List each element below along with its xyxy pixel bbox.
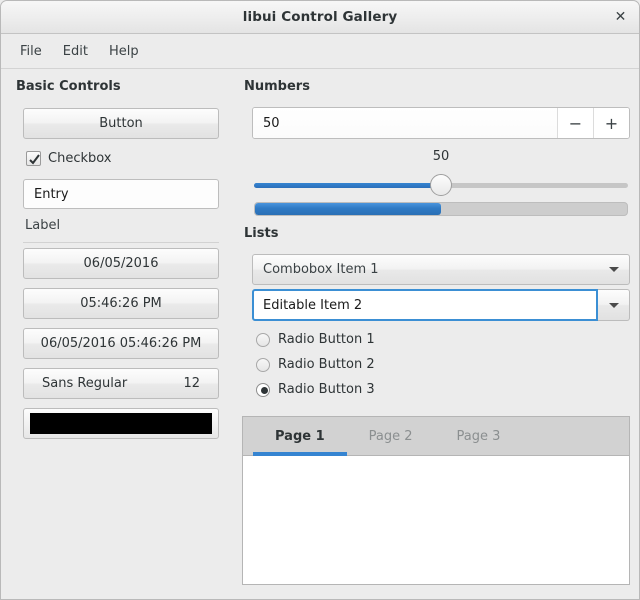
font-size-label: 12 — [183, 376, 200, 391]
radio-button-1[interactable]: Radio Button 1 — [256, 332, 375, 347]
basic-controls-panel: Basic Controls Button Checkbox Entry Lab… — [1, 69, 241, 599]
combobox-control[interactable]: Combobox Item 1 — [252, 254, 630, 285]
color-picker-button[interactable] — [23, 408, 219, 439]
chevron-down-icon — [609, 267, 619, 272]
menu-item-edit[interactable]: Edit — [54, 41, 97, 62]
tab-page-1[interactable]: Page 1 — [253, 417, 347, 456]
tab-widget: Page 1 Page 2 Page 3 — [242, 416, 630, 585]
button-control[interactable]: Button — [23, 108, 219, 139]
basic-controls-heading: Basic Controls — [16, 79, 121, 94]
slider-value-label: 50 — [432, 149, 450, 164]
slider-fill — [254, 183, 441, 188]
spinbox-decrement-button[interactable]: − — [557, 108, 593, 138]
checkbox-box[interactable] — [26, 151, 41, 166]
radio-indicator-selected[interactable] — [256, 382, 270, 397]
combobox-selected-value: Combobox Item 1 — [263, 262, 379, 277]
numbers-heading: Numbers — [244, 79, 310, 94]
checkbox-control[interactable]: Checkbox — [26, 151, 112, 166]
time-picker-button[interactable]: 05:46:26 PM — [23, 288, 219, 319]
color-swatch — [30, 413, 212, 434]
right-panel: Numbers 50 − + 50 Lists Combobox Item 1 — [241, 69, 639, 599]
text-entry-field[interactable]: Entry — [23, 179, 219, 209]
title-bar: libui Control Gallery ✕ — [1, 1, 639, 34]
horizontal-separator — [23, 242, 219, 243]
chevron-down-icon — [608, 302, 619, 308]
content-area: Basic Controls Button Checkbox Entry Lab… — [1, 69, 639, 599]
radio-button-2[interactable]: Radio Button 2 — [256, 357, 375, 372]
slider-control[interactable] — [254, 174, 628, 196]
spinbox-control[interactable]: 50 − + — [252, 107, 630, 139]
tab-page-3[interactable]: Page 3 — [435, 417, 523, 455]
progress-bar-fill — [255, 203, 441, 215]
radio-label: Radio Button 2 — [278, 357, 375, 372]
window-title: libui Control Gallery — [242, 9, 398, 25]
checkmark-icon — [29, 154, 40, 165]
editable-combobox-dropdown-button[interactable] — [598, 289, 630, 321]
tab-page-content — [243, 456, 629, 584]
radio-button-3[interactable]: Radio Button 3 — [256, 382, 375, 397]
spinbox-input[interactable]: 50 — [253, 108, 557, 138]
menu-item-help[interactable]: Help — [100, 41, 148, 62]
menu-bar: File Edit Help — [1, 34, 639, 69]
datetime-picker-button[interactable]: 06/05/2016 05:46:26 PM — [23, 328, 219, 359]
lists-heading: Lists — [244, 226, 279, 241]
radio-indicator[interactable] — [256, 332, 270, 347]
menu-item-file[interactable]: File — [11, 41, 51, 62]
close-icon[interactable]: ✕ — [611, 8, 630, 27]
editable-combobox-control[interactable]: Editable Item 2 — [252, 289, 630, 321]
radio-label: Radio Button 3 — [278, 382, 375, 397]
radio-indicator[interactable] — [256, 357, 270, 372]
date-picker-button[interactable]: 06/05/2016 — [23, 248, 219, 279]
tab-strip: Page 1 Page 2 Page 3 — [243, 417, 629, 456]
progress-bar — [254, 202, 628, 216]
editable-combobox-input[interactable]: Editable Item 2 — [252, 289, 598, 321]
checkbox-label: Checkbox — [48, 151, 112, 166]
font-picker-button[interactable]: Sans Regular 12 — [23, 368, 219, 399]
tab-page-2[interactable]: Page 2 — [347, 417, 435, 455]
application-window: libui Control Gallery ✕ File Edit Help B… — [0, 0, 640, 600]
slider-handle[interactable] — [430, 174, 452, 196]
static-label: Label — [25, 218, 61, 233]
spinbox-increment-button[interactable]: + — [593, 108, 629, 138]
font-name-label: Sans Regular — [42, 376, 128, 391]
radio-label: Radio Button 1 — [278, 332, 375, 347]
